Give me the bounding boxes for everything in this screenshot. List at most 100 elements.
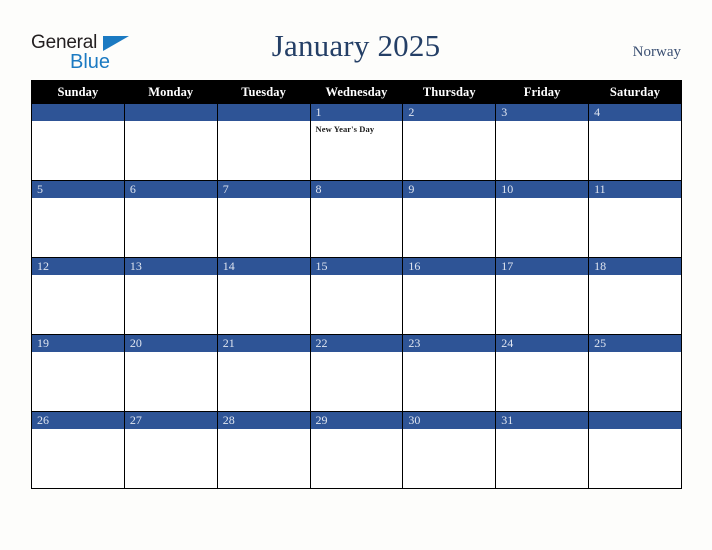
day-number-empty [124,104,217,121]
calendar-day-cell[interactable]: 8 [309,180,404,258]
day-number: 29 [310,412,403,429]
day-number: 12 [32,258,124,275]
calendar-day-cell[interactable]: 9 [402,180,497,258]
day-number: 28 [217,412,310,429]
calendar-day-cell[interactable]: 13 [123,257,218,335]
day-events [125,121,217,124]
calendar-day-cell[interactable]: 20 [123,334,218,412]
calendar-day-cell[interactable] [216,103,311,181]
day-events [589,352,681,355]
day-events [32,275,124,278]
weekday-header-tuesday: Tuesday [216,80,311,104]
weekday-header-saturday: Saturday [588,80,682,104]
calendar-day-cell[interactable]: 23 [402,334,497,412]
day-cell-content: 31 [496,412,589,488]
day-events [589,275,681,278]
day-number: 17 [496,258,589,275]
day-events [311,429,403,432]
calendar-day-cell[interactable]: 26 [31,411,125,489]
calendar-week-row: 12 13 14 15 16 17 18 [31,257,682,335]
calendar-day-cell[interactable] [588,411,682,489]
day-cell-content: 15 [310,258,403,334]
calendar-week-row: 26 27 28 29 30 31 [31,411,682,489]
day-number: 22 [310,335,403,352]
calendar-day-cell[interactable]: 4 [588,103,682,181]
calendar-day-cell[interactable]: 6 [123,180,218,258]
day-cell-content: 27 [124,412,217,488]
calendar-day-cell[interactable]: 17 [495,257,590,335]
day-cell-content: 10 [496,181,589,257]
day-events [311,198,403,201]
day-events [589,198,681,201]
day-cell-content: 4 [589,104,681,180]
calendar-day-cell[interactable]: 22 [309,334,404,412]
calendar-day-cell[interactable]: 28 [216,411,311,489]
calendar-day-cell[interactable]: 1 New Year's Day [309,103,404,181]
calendar-day-cell[interactable]: 12 [31,257,125,335]
page-header: General Blue January 2025 Norway [0,0,712,80]
day-number: 23 [403,335,496,352]
day-cell-content: 17 [496,258,589,334]
day-number: 31 [496,412,589,429]
day-cell-content: 19 [32,335,124,411]
day-cell-content: 3 [496,104,589,180]
calendar-day-cell[interactable]: 14 [216,257,311,335]
calendar-day-cell[interactable]: 30 [402,411,497,489]
day-number-empty [32,104,124,121]
calendar-day-cell[interactable]: 15 [309,257,404,335]
day-events [311,352,403,355]
day-events [496,198,588,201]
day-cell-content: 18 [589,258,681,334]
day-cell-content [589,412,681,488]
calendar-day-cell[interactable]: 18 [588,257,682,335]
day-cell-content: 21 [217,335,310,411]
calendar-page: General Blue January 2025 Norway Sunday … [0,0,712,550]
calendar-day-cell[interactable]: 10 [495,180,590,258]
day-events [403,198,495,201]
day-cell-content: 20 [124,335,217,411]
day-cell-content: 22 [310,335,403,411]
day-cell-content [32,104,124,180]
calendar-week-row: 1 New Year's Day 2 3 4 [31,103,682,181]
day-events [496,275,588,278]
day-events [218,352,310,355]
day-number: 25 [589,335,681,352]
day-cell-content: 12 [32,258,124,334]
calendar-day-cell[interactable]: 29 [309,411,404,489]
day-number: 3 [496,104,589,121]
weekday-header-thursday: Thursday [402,80,497,104]
calendar-day-cell[interactable]: 11 [588,180,682,258]
calendar-day-cell[interactable]: 16 [402,257,497,335]
day-events [218,121,310,124]
day-events [218,275,310,278]
weekday-header-monday: Monday [123,80,218,104]
calendar-day-cell[interactable]: 24 [495,334,590,412]
day-number: 26 [32,412,124,429]
calendar-day-cell[interactable]: 3 [495,103,590,181]
day-events [403,429,495,432]
day-number: 14 [217,258,310,275]
day-events [496,352,588,355]
day-cell-content [124,104,217,180]
calendar-day-cell[interactable]: 2 [402,103,497,181]
calendar-day-cell[interactable]: 31 [495,411,590,489]
day-number: 18 [589,258,681,275]
day-number: 4 [589,104,681,121]
day-events [125,275,217,278]
day-events [125,198,217,201]
calendar-day-cell[interactable]: 25 [588,334,682,412]
calendar-day-cell[interactable] [31,103,125,181]
calendar-day-cell[interactable] [123,103,218,181]
calendar-day-cell[interactable]: 21 [216,334,311,412]
calendar-body: 1 New Year's Day 2 3 4 5 6 7 8 9 10 11 12 13 14 15 16 17 1… [31,103,682,489]
calendar-grid: Sunday Monday Tuesday Wednesday Thursday… [31,80,682,489]
day-cell-content [217,104,310,180]
calendar-day-cell[interactable]: 5 [31,180,125,258]
calendar-week-row: 19 20 21 22 23 24 25 [31,334,682,412]
weekday-header-wednesday: Wednesday [309,80,404,104]
day-cell-content: 30 [403,412,496,488]
calendar-day-cell[interactable]: 7 [216,180,311,258]
calendar-day-cell[interactable]: 27 [123,411,218,489]
holiday-label: New Year's Day [315,124,375,134]
calendar-day-cell[interactable]: 19 [31,334,125,412]
